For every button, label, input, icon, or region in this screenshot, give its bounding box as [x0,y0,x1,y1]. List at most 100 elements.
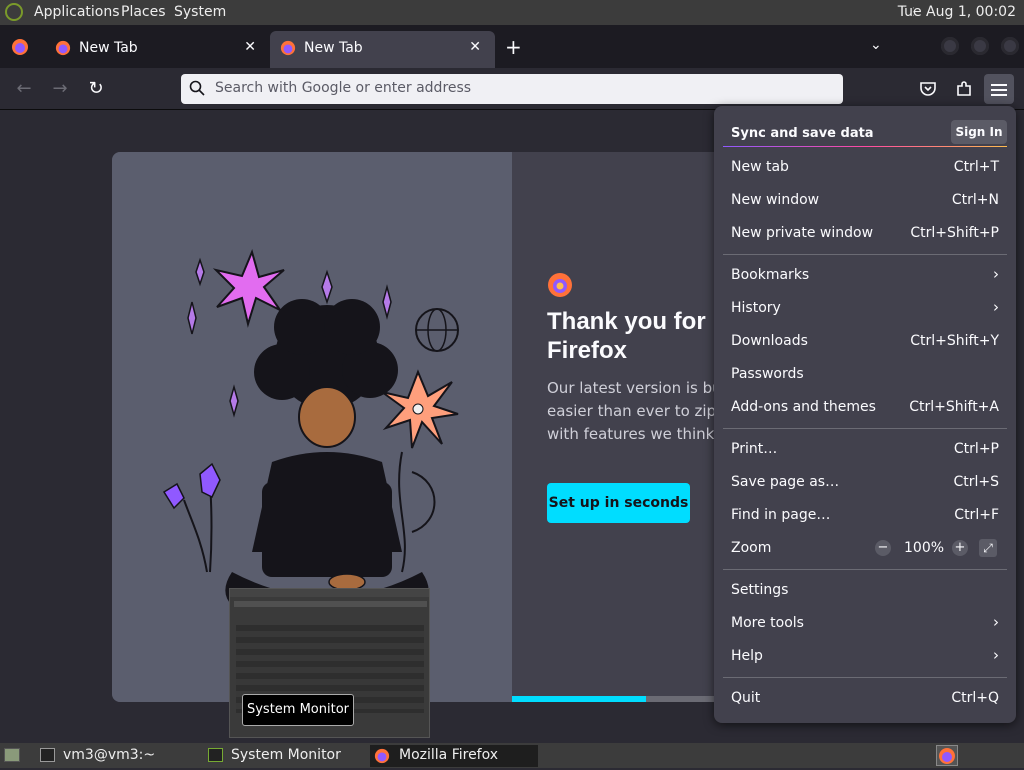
close-tab-icon[interactable]: ✕ [469,39,481,55]
menu-item-shortcut: Ctrl+S [953,474,999,490]
task-label: Mozilla Firefox [399,747,499,763]
menu-item-shortcut: Ctrl+T [953,159,999,175]
menu-separator [723,569,1007,570]
maximize-window-icon[interactable] [971,37,989,55]
firefox-task-icon [374,748,390,768]
close-tab-icon[interactable]: ✕ [244,39,256,55]
firefox-logo-icon [547,272,573,302]
tab-label: New Tab [79,40,138,56]
firefox-tab-icon [280,40,296,60]
menu-item-more-tools[interactable]: More tools › [723,608,1007,640]
search-icon [189,80,205,100]
menu-item-shortcut: Ctrl+Shift+Y [910,333,999,349]
menu-item-label: Print… [731,441,778,457]
minimize-window-icon[interactable] [941,37,959,55]
menu-item-downloads[interactable]: Downloads Ctrl+Shift+Y [723,326,1007,358]
menu-item-passwords[interactable]: Passwords [723,359,1007,391]
forward-arrow-icon[interactable]: → [47,76,73,102]
menu-item-bookmarks[interactable]: Bookmarks › [723,260,1007,292]
navigation-toolbar: ← → ↻ Search with Google or enter addres… [0,68,1024,110]
distro-logo-icon[interactable] [5,3,23,21]
menu-item-find-in-page[interactable]: Find in page… Ctrl+F [723,500,1007,532]
menu-item-label: Zoom [731,540,772,556]
menu-item-shortcut: Ctrl+Shift+P [910,225,999,241]
pocket-icon[interactable] [919,80,937,102]
onboarding-progress-fill [512,696,647,702]
sync-gradient-divider [723,146,1007,147]
system-monitor-icon [208,748,223,762]
menu-item-label: New window [731,192,820,208]
menu-item-print[interactable]: Print… Ctrl+P [723,434,1007,466]
chevron-right-icon: › [993,646,999,664]
system-menu[interactable]: System [174,4,226,20]
show-desktop-icon[interactable] [4,748,20,762]
preview-titlebar [230,589,429,597]
task-terminal[interactable]: vm3@vm3:~ [36,745,196,767]
reload-icon[interactable]: ↻ [83,76,109,102]
menu-item-label: Settings [731,582,789,598]
menu-item-quit[interactable]: Quit Ctrl+Q [723,683,1007,715]
menu-separator [723,677,1007,678]
tab-new-tab-2[interactable]: New Tab ✕ [270,31,495,68]
menu-item-help[interactable]: Help › [723,641,1007,673]
open-application-menu-button[interactable] [984,74,1014,104]
task-system-monitor[interactable]: System Monitor [204,745,366,767]
back-arrow-icon[interactable]: ← [11,76,37,102]
clock[interactable]: Tue Aug 1, 00:02 [898,4,1016,20]
close-window-icon[interactable] [1001,37,1019,55]
applications-menu[interactable]: Applications [34,4,120,20]
menu-item-new-tab[interactable]: New tab Ctrl+T [723,152,1007,184]
url-bar[interactable]: Search with Google or enter address [181,74,843,104]
new-tab-plus-icon[interactable]: + [505,35,522,59]
menu-item-label: Passwords [731,366,804,382]
menu-item-label: History [731,300,781,316]
zoom-out-button[interactable]: − [875,540,891,556]
tab-strip: New Tab ✕ New Tab ✕ + ⌄ [0,25,1024,68]
url-placeholder: Search with Google or enter address [215,80,472,96]
menu-item-label: Add-ons and themes [731,399,876,415]
menu-item-shortcut: Ctrl+N [951,192,999,208]
tab-new-tab-1[interactable]: New Tab ✕ [45,31,270,68]
menu-item-history[interactable]: History › [723,293,1007,325]
zoom-level[interactable]: 100% [904,540,944,556]
menu-item-label: New tab [731,159,789,175]
chevron-right-icon: › [993,265,999,283]
menu-item-label: More tools [731,615,804,631]
menu-item-shortcut: Ctrl+Q [951,690,999,706]
preview-tabs [234,601,427,607]
menu-item-label: Downloads [731,333,808,349]
firefox-view-icon[interactable] [11,38,29,60]
setup-button[interactable]: Set up in seconds [547,483,690,523]
hamburger-menu-icon [991,82,1007,101]
sign-in-button[interactable]: Sign In [951,120,1007,144]
menu-item-label: New private window [731,225,874,241]
application-menu-panel: Sync and save data Sign In New tab Ctrl+T… [714,106,1016,723]
menu-item-new-private-window[interactable]: New private window Ctrl+Shift+P [723,218,1007,250]
task-label: vm3@vm3:~ [63,747,156,763]
menu-item-shortcut: Ctrl+P [953,441,999,457]
chevron-right-icon: › [993,613,999,631]
sync-label: Sync and save data [731,126,874,141]
menu-item-shortcut: Ctrl+Shift+A [909,399,999,415]
top-panel: Applications Places System ⋮ Tue Aug 1, … [0,0,1024,25]
list-all-tabs-chevron-icon[interactable]: ⌄ [870,37,882,53]
menu-item-settings[interactable]: Settings [723,575,1007,607]
menu-item-label: Bookmarks [731,267,810,283]
menu-item-label: Find in page… [731,507,831,523]
extensions-puzzle-icon[interactable] [955,80,973,102]
menu-item-save-page-as[interactable]: Save page as… Ctrl+S [723,467,1007,499]
menu-item-label: Quit [731,690,761,706]
menu-separator [723,254,1007,255]
zoom-in-button[interactable]: + [952,540,968,556]
menu-item-label: Save page as… [731,474,840,490]
fullscreen-icon[interactable]: ⤢ [979,539,997,557]
menu-item-shortcut: Ctrl+F [954,507,999,523]
task-firefox[interactable]: Mozilla Firefox [370,745,538,767]
firefox-tray-icon[interactable] [936,745,958,766]
firefox-tab-icon [55,40,71,60]
menu-item-addons-and-themes[interactable]: Add-ons and themes Ctrl+Shift+A [723,392,1007,424]
menu-item-zoom: Zoom − 100% + ⤢ [723,533,1007,565]
menu-item-new-window[interactable]: New window Ctrl+N [723,185,1007,217]
places-menu[interactable]: Places [121,4,166,20]
menu-item-label: Help [731,648,763,664]
